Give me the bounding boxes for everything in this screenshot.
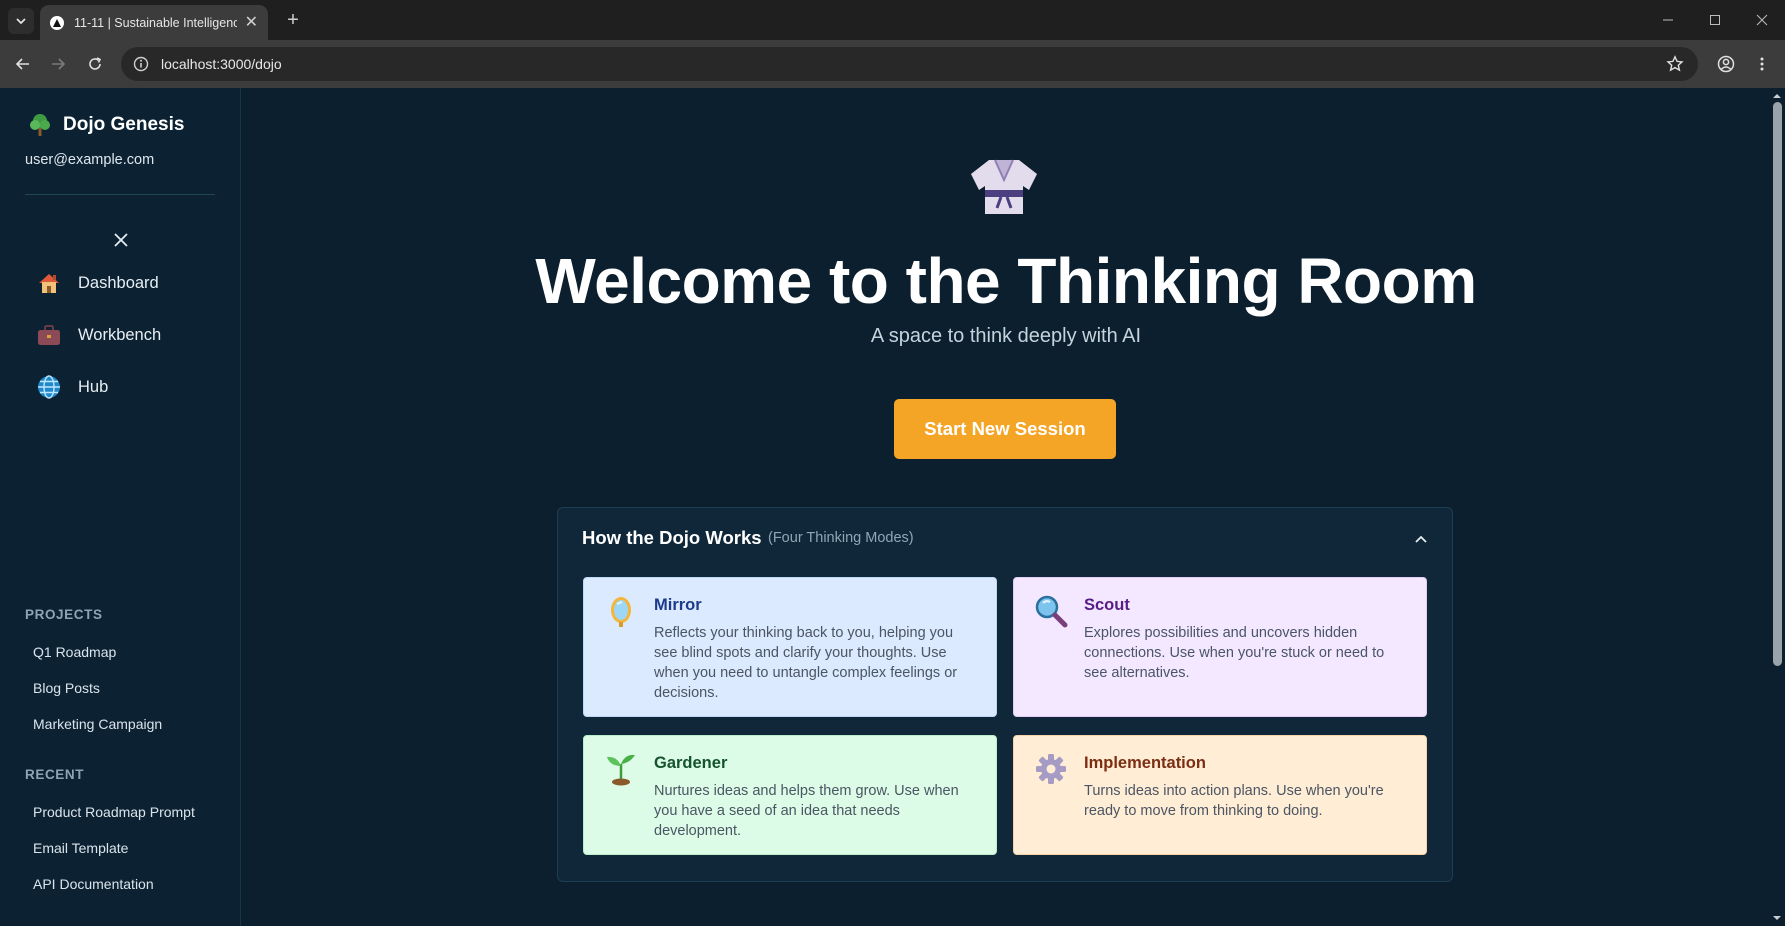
browser-toolbar: localhost:3000/dojo bbox=[0, 40, 1785, 88]
page-subtitle: A space to think deeply with AI bbox=[870, 325, 1142, 347]
mode-name: Gardener bbox=[654, 754, 728, 772]
maximize-button[interactable] bbox=[1692, 0, 1738, 40]
mode-description: Explores possibilities and uncovers hidd… bbox=[1084, 625, 1385, 681]
sidebar-divider bbox=[25, 194, 215, 195]
new-tab-button[interactable]: + bbox=[280, 8, 306, 32]
minimize-icon bbox=[1663, 19, 1673, 21]
back-button[interactable] bbox=[10, 51, 36, 77]
page: Dojo Genesis user@example.com Dashboard … bbox=[0, 88, 1785, 926]
start-new-session-button[interactable]: Start New Session bbox=[894, 399, 1116, 459]
mode-card-scout[interactable]: Scout Explores possibilities and uncover… bbox=[1013, 577, 1427, 717]
browser-menu-button[interactable] bbox=[1749, 51, 1775, 77]
browser-tab[interactable]: 11-11 | Sustainable Intelligence ✕ bbox=[40, 5, 268, 40]
profile-icon bbox=[1717, 55, 1735, 73]
close-sidebar-button[interactable] bbox=[109, 228, 133, 252]
mode-name: Scout bbox=[1084, 596, 1130, 614]
arrow-left-icon bbox=[15, 58, 29, 70]
chevron-down-icon bbox=[16, 18, 26, 25]
recent-link[interactable]: API Documentation bbox=[33, 876, 154, 892]
minimize-button[interactable] bbox=[1645, 0, 1691, 40]
profile-button[interactable] bbox=[1713, 51, 1739, 77]
nav-item-dashboard[interactable]: Dashboard bbox=[36, 268, 159, 298]
martial-arts-uniform-icon bbox=[971, 159, 1037, 214]
close-icon bbox=[114, 233, 128, 247]
sidebar: Dojo Genesis user@example.com Dashboard … bbox=[0, 88, 241, 926]
nav-item-workbench[interactable]: Workbench bbox=[36, 320, 161, 350]
recent-link[interactable]: Email Template bbox=[33, 840, 128, 856]
mode-description: Reflects your thinking back to you, help… bbox=[654, 625, 958, 701]
reload-icon bbox=[89, 57, 102, 70]
browser-tab-bar: 11-11 | Sustainable Intelligence ✕ + bbox=[0, 0, 1785, 40]
nav-label: Hub bbox=[78, 377, 109, 396]
projects-heading: PROJECTS bbox=[25, 607, 103, 622]
forward-button[interactable] bbox=[45, 51, 71, 77]
page-scrollbar[interactable] bbox=[1769, 88, 1785, 926]
brand-name: Dojo Genesis bbox=[63, 114, 185, 135]
mirror-icon bbox=[611, 597, 631, 627]
brand[interactable]: Dojo Genesis bbox=[29, 113, 184, 137]
tab-title: 11-11 | Sustainable Intelligence bbox=[74, 15, 237, 30]
close-icon bbox=[1756, 14, 1768, 26]
mode-name: Mirror bbox=[654, 596, 702, 614]
nav-label: Dashboard bbox=[78, 273, 159, 292]
globe-icon bbox=[38, 375, 60, 399]
favicon-icon bbox=[50, 15, 64, 30]
star-icon[interactable] bbox=[1666, 55, 1684, 73]
scroll-down-icon[interactable] bbox=[1769, 912, 1785, 924]
scroll-thumb[interactable] bbox=[1773, 102, 1782, 666]
tab-search-button[interactable] bbox=[8, 8, 34, 34]
page-title: Welcome to the Thinking Room bbox=[535, 245, 1477, 317]
arrow-right-icon bbox=[52, 58, 66, 70]
kebab-menu-icon bbox=[1760, 57, 1764, 71]
panel-subtitle: (Four Thinking Modes) bbox=[768, 530, 914, 546]
panel-title: How the Dojo Works bbox=[582, 527, 762, 548]
project-link[interactable]: Marketing Campaign bbox=[33, 716, 162, 732]
maximize-icon bbox=[1710, 15, 1720, 25]
nav-label: Workbench bbox=[78, 325, 162, 344]
briefcase-icon bbox=[38, 325, 60, 345]
seedling-icon bbox=[607, 754, 635, 786]
info-icon bbox=[133, 56, 149, 72]
recent-link[interactable]: Product Roadmap Prompt bbox=[33, 804, 195, 820]
scroll-up-icon[interactable] bbox=[1769, 90, 1785, 102]
mode-card-gardener[interactable]: Gardener Nurtures ideas and helps them g… bbox=[583, 735, 997, 855]
collapse-panel-button[interactable] bbox=[1412, 530, 1430, 548]
nav-item-hub[interactable]: Hub bbox=[36, 372, 108, 402]
project-link[interactable]: Q1 Roadmap bbox=[33, 644, 116, 660]
house-icon bbox=[39, 274, 59, 293]
tree-icon bbox=[30, 114, 50, 136]
gear-icon bbox=[1036, 754, 1066, 784]
url-text: localhost:3000/dojo bbox=[161, 56, 282, 72]
magnifier-icon bbox=[1035, 595, 1068, 628]
chevron-up-icon bbox=[1415, 535, 1427, 543]
recent-heading: RECENT bbox=[25, 767, 85, 782]
address-bar[interactable]: localhost:3000/dojo bbox=[121, 47, 1698, 81]
how-the-dojo-works-panel: How the Dojo Works (Four Thinking Modes)… bbox=[557, 507, 1453, 882]
mode-card-mirror[interactable]: Mirror Reflects your thinking back to yo… bbox=[583, 577, 997, 717]
mode-description: Turns ideas into action plans. Use when … bbox=[1084, 783, 1384, 819]
window-close-button[interactable] bbox=[1739, 0, 1785, 40]
mode-card-implementation[interactable]: Implementation Turns ideas into action p… bbox=[1013, 735, 1427, 855]
reload-button[interactable] bbox=[82, 51, 108, 77]
mode-name: Implementation bbox=[1084, 754, 1206, 772]
project-link[interactable]: Blog Posts bbox=[33, 680, 100, 696]
mode-description: Nurtures ideas and helps them grow. Use … bbox=[654, 783, 959, 839]
user-email: user@example.com bbox=[25, 152, 155, 168]
close-icon[interactable]: ✕ bbox=[245, 14, 258, 31]
